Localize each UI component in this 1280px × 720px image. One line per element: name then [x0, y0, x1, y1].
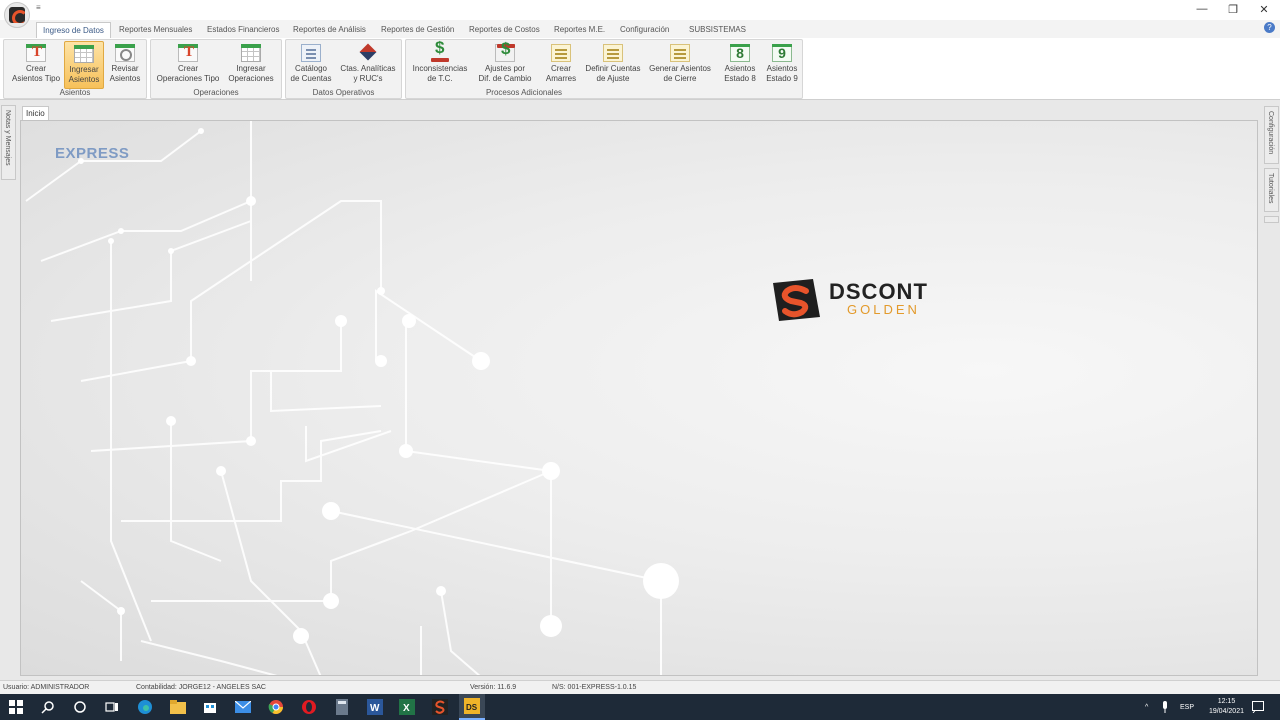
windows-taskbar: W X DS ^ ESP 12:15 19/04/2021: [0, 694, 1280, 720]
money-warning-icon: [430, 43, 450, 62]
tab-reportes-me[interactable]: Reportes M.E.: [548, 22, 611, 38]
close-button[interactable]: ✕: [1248, 0, 1280, 18]
app-logo-icon: [9, 7, 25, 23]
group-datos-operativos: Catálogo de Cuentas Ctas. Analíticas y R…: [285, 39, 402, 99]
tab-reportes-de-costos[interactable]: Reportes de Costos: [463, 22, 546, 38]
group-operaciones: Crear Operaciones Tipo Ingresar Operacio…: [150, 39, 282, 99]
ribbon-tab-bar: Ingreso de Datos Reportes Mensuales Esta…: [0, 20, 1280, 38]
yellow-sheet-icon: [670, 44, 690, 62]
number-9-icon: 9: [772, 44, 792, 62]
help-icon[interactable]: ?: [1264, 22, 1275, 33]
tab-reportes-de-gestion[interactable]: Reportes de Gestión: [375, 22, 460, 38]
group-label-asientos: Asientos: [59, 88, 91, 97]
group-label-datos-operativos: Datos Operativos: [312, 88, 375, 97]
side-tab-label: Notas y Mensajes: [4, 110, 11, 166]
tab-reportes-de-analisis[interactable]: Reportes de Análisis: [287, 22, 372, 38]
task-view-icon[interactable]: [103, 698, 121, 716]
windows-start-icon[interactable]: [7, 698, 25, 716]
inconsistencias-tc-button[interactable]: Inconsistencias de T.C.: [409, 41, 471, 89]
chrome-icon[interactable]: [267, 698, 285, 716]
search-icon[interactable]: [39, 698, 57, 716]
svg-text:W: W: [370, 703, 380, 714]
ingresar-operaciones-button[interactable]: Ingresar Operaciones: [223, 41, 279, 89]
edge-browser-icon[interactable]: [136, 698, 154, 716]
template-t-icon: [26, 44, 46, 62]
catalog-icon: [301, 44, 321, 62]
number-8-icon: 8: [730, 44, 750, 62]
revisar-asientos-button[interactable]: Revisar Asientos: [106, 41, 144, 89]
svg-text:X: X: [403, 703, 410, 714]
diamond-icon: [358, 44, 378, 62]
taskbar-clock[interactable]: 12:15 19/04/2021: [1209, 697, 1244, 717]
clock-date: 19/04/2021: [1208, 708, 1244, 715]
language-indicator[interactable]: ESP: [1180, 694, 1194, 720]
grid-sheet-icon: [74, 45, 94, 63]
tab-subsistemas[interactable]: SUBSISTEMAS: [683, 22, 752, 38]
start-page: EXPRESS DSCONT GOLDEN: [20, 120, 1258, 676]
side-tab-label: Tutoriales: [1267, 173, 1274, 204]
side-tab-label: Configuración: [1267, 111, 1274, 155]
group-label-operaciones: Operaciones: [193, 88, 239, 97]
title-bar: ≡ — ❐ ✕: [0, 0, 1280, 20]
clock-time: 12:15: [1217, 698, 1236, 705]
svg-text:DS: DS: [466, 703, 478, 712]
status-user: Usuario: ADMINISTRADOR: [3, 684, 90, 691]
status-company: Contabilidad: JORGE12 - ANGELES SAC: [136, 684, 266, 691]
crear-operaciones-tipo-button[interactable]: Crear Operaciones Tipo: [154, 41, 222, 89]
doc-tab-inicio[interactable]: Inicio: [22, 106, 49, 120]
app-menu-button[interactable]: [4, 2, 30, 28]
tab-estados-financieros[interactable]: Estados Financieros: [201, 22, 285, 38]
store-icon[interactable]: [201, 698, 219, 716]
side-tab-notas-y-mensajes[interactable]: Notas y Mensajes: [1, 105, 16, 180]
edition-label: EXPRESS: [55, 145, 130, 162]
tray-chevron-icon[interactable]: ^: [1145, 694, 1155, 720]
group-label-procesos-adicionales: Procesos Adicionales: [485, 88, 563, 97]
ajustes-dif-cambio-button[interactable]: Ajustes por Dif. de Cambio: [474, 41, 536, 89]
quick-access-toolbar[interactable]: ≡: [36, 3, 41, 12]
side-tab-configuracion[interactable]: Configuración: [1264, 106, 1279, 164]
generar-asientos-cierre-button[interactable]: Generar Asientos de Cierre: [648, 41, 712, 89]
excel-icon[interactable]: X: [398, 698, 416, 716]
calculator-icon[interactable]: [333, 698, 351, 716]
mail-icon[interactable]: [234, 698, 252, 716]
notifications-icon[interactable]: [1252, 694, 1264, 720]
tab-ingreso-de-datos[interactable]: Ingreso de Datos: [36, 22, 111, 38]
status-serial: N/S: 001-EXPRESS-1.0.15: [552, 684, 637, 691]
money-sheet-icon: [495, 44, 515, 62]
crear-asientos-tipo-button[interactable]: Crear Asientos Tipo: [8, 41, 64, 89]
microphone-icon[interactable]: [1161, 694, 1169, 720]
search-sheet-icon: [115, 44, 135, 62]
opera-icon[interactable]: [300, 698, 318, 716]
dscont-golden-taskbar-icon[interactable]: DS: [459, 694, 485, 720]
side-tab-tutoriales[interactable]: Tutoriales: [1264, 168, 1279, 212]
tab-reportes-mensuales[interactable]: Reportes Mensuales: [113, 22, 198, 38]
side-tab-handle[interactable]: [1264, 216, 1279, 223]
ctas-analiticas-button[interactable]: Ctas. Analíticas y RUC's: [336, 41, 400, 89]
word-icon[interactable]: W: [366, 698, 384, 716]
minimize-button[interactable]: —: [1186, 0, 1218, 18]
yellow-sheet-icon: [603, 44, 623, 62]
dscont-taskbar-icon[interactable]: [431, 698, 449, 716]
asientos-estado-9-button[interactable]: 9 Asientos Estado 9: [763, 41, 801, 89]
ingresar-asientos-button[interactable]: Ingresar Asientos: [64, 41, 104, 89]
file-explorer-icon[interactable]: [169, 698, 187, 716]
grid-sheet-icon: [241, 44, 261, 62]
circuit-background: [25, 121, 679, 675]
brand-subtitle: GOLDEN: [847, 302, 920, 317]
asientos-estado-8-button[interactable]: 8 Asientos Estado 8: [722, 41, 758, 89]
catalogo-de-cuentas-button[interactable]: Catálogo de Cuentas: [289, 41, 333, 89]
dscont-logo-icon: [773, 279, 820, 321]
ribbon: Crear Asientos Tipo Ingresar Asientos Re…: [0, 38, 1280, 100]
status-bar: Usuario: ADMINISTRADOR Contabilidad: JOR…: [0, 680, 1280, 694]
group-procesos-adicionales: Inconsistencias de T.C. Ajustes por Dif.…: [405, 39, 803, 99]
maximize-button[interactable]: ❐: [1217, 0, 1249, 18]
cortana-icon[interactable]: [71, 698, 89, 716]
crear-amarres-button[interactable]: Crear Amarres: [542, 41, 580, 89]
status-version: Versión: 11.6.9: [470, 684, 517, 691]
template-t-icon: [178, 44, 198, 62]
definir-cuentas-ajuste-button[interactable]: Definir Cuentas de Ajuste: [583, 41, 643, 89]
tab-configuracion[interactable]: Configuración: [614, 22, 675, 38]
yellow-sheet-icon: [551, 44, 571, 62]
group-asientos: Crear Asientos Tipo Ingresar Asientos Re…: [3, 39, 147, 99]
